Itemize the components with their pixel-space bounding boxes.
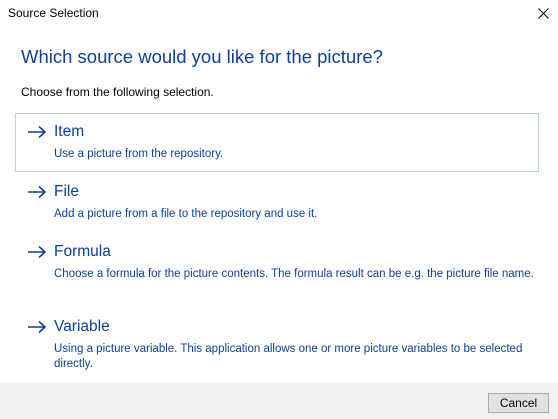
window-title: Source Selection	[8, 6, 99, 20]
arrow-right-icon	[28, 245, 47, 259]
arrow-right-icon	[28, 125, 47, 139]
close-icon	[537, 7, 549, 19]
option-description: Choose a formula for the picture content…	[54, 268, 534, 280]
cancel-button[interactable]: Cancel	[488, 393, 549, 413]
main-heading: Which source would you like for the pict…	[21, 46, 383, 67]
option-description: Use a picture from the repository.	[54, 148, 224, 160]
source-selection-dialog: Source Selection Which source would you …	[0, 0, 558, 419]
option-file[interactable]: File Add a picture from a file to the re…	[15, 173, 539, 231]
arrow-right-icon	[28, 320, 47, 334]
option-title: File	[54, 183, 79, 200]
arrow-right-icon	[28, 185, 47, 199]
option-description: Using a picture variable. This applicati…	[54, 343, 523, 370]
option-title: Item	[54, 123, 85, 140]
option-variable[interactable]: Variable Using a picture variable. This …	[15, 308, 539, 380]
dialog-footer: Cancel	[0, 383, 558, 419]
close-button[interactable]	[528, 0, 558, 26]
option-formula[interactable]: Formula Choose a formula for the picture…	[15, 233, 539, 305]
option-item[interactable]: Item Use a picture from the repository.	[15, 113, 539, 172]
option-description: Add a picture from a file to the reposit…	[54, 208, 318, 220]
option-title: Variable	[54, 318, 110, 335]
option-title: Formula	[54, 243, 111, 260]
instruction-text: Choose from the following selection.	[21, 85, 214, 99]
title-bar: Source Selection	[0, 0, 558, 26]
